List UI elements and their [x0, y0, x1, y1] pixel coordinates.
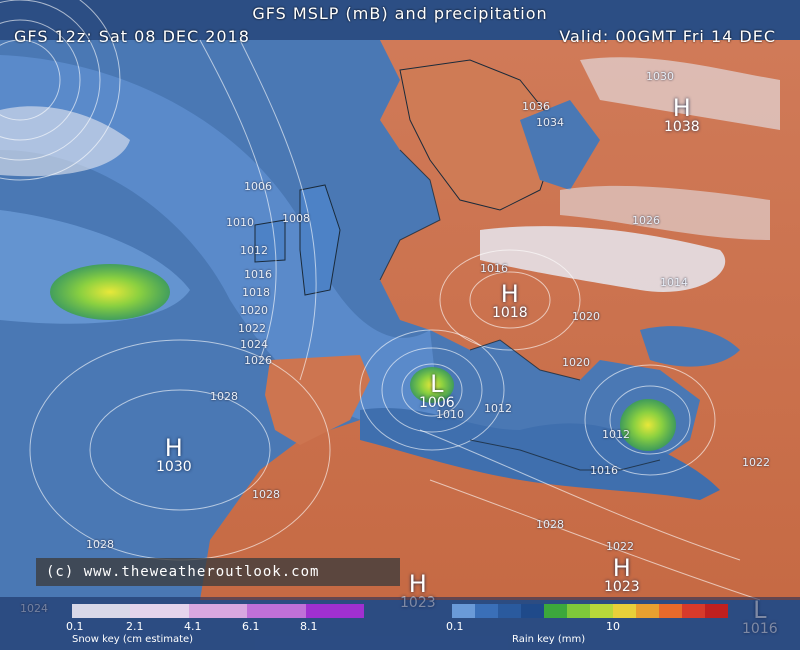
weather-map-view: GFS MSLP (mB) and precipitation GFS 12z:… — [0, 0, 800, 650]
isobar-label: 1026 — [632, 214, 660, 227]
key-swatch — [247, 604, 306, 618]
isobar-label: 1012 — [484, 402, 512, 415]
key-swatch — [72, 604, 131, 618]
snow-tick: 0.1 — [66, 620, 84, 633]
pressure-centre-value: 1030 — [156, 459, 192, 475]
isobar-label: 1006 — [244, 180, 272, 193]
isobar-label: 1022 — [606, 540, 634, 553]
snow-tick: 8.1 — [300, 620, 318, 633]
pressure-centre-letter: H — [500, 280, 519, 308]
isobar-label: 1028 — [536, 518, 564, 531]
key-swatch — [590, 604, 613, 618]
key-swatch — [705, 604, 728, 618]
snow-key-label: Snow key (cm estimate) — [72, 634, 194, 645]
key-swatch — [567, 604, 590, 618]
isobar-label: 1014 — [660, 276, 688, 289]
pressure-centre: L 1006 — [419, 372, 455, 410]
pressure-centre: H 1030 — [156, 436, 192, 474]
key-swatch — [659, 604, 682, 618]
key-swatch — [452, 604, 475, 618]
snow-key-bar — [72, 604, 365, 618]
isobar-label: 1028 — [210, 390, 238, 403]
snow-tick: 2.1 — [126, 620, 144, 633]
pressure-centre-value: 1018 — [492, 305, 528, 321]
isobar-label: 1030 — [646, 70, 674, 83]
isobar-label: 1028 — [86, 538, 114, 551]
isobar-label: 1022 — [238, 322, 266, 335]
pressure-centre: H 1038 — [664, 96, 700, 134]
pressure-centre: H 1023 — [604, 556, 640, 594]
copyright-banner: (c) www.theweatheroutlook.com — [36, 558, 400, 586]
map-title: GFS MSLP (mB) and precipitation — [252, 4, 548, 23]
isobar-label: 1022 — [742, 456, 770, 469]
isobar-label: 1016 — [480, 262, 508, 275]
isobar-label: 1024 — [240, 338, 268, 351]
isobar-label: 1016 — [244, 268, 272, 281]
key-swatch — [475, 604, 498, 618]
key-swatch — [636, 604, 659, 618]
valid-time-label: Valid: 00GMT Fri 14 DEC — [559, 27, 776, 46]
isobar-label: 1036 — [522, 100, 550, 113]
pressure-centre-letter: H — [408, 570, 427, 598]
isobar-label: 1010 — [436, 408, 464, 421]
isobar-label: 1010 — [226, 216, 254, 229]
isobar-label: 1012 — [602, 428, 630, 441]
key-swatch — [498, 604, 521, 618]
isobar-label: 1012 — [240, 244, 268, 257]
snow-tick: 6.1 — [242, 620, 260, 633]
rain-key-bar — [452, 604, 728, 618]
rain-tick: 0.1 — [446, 620, 464, 633]
key-swatch — [544, 604, 567, 618]
snow-tick: 4.1 — [184, 620, 202, 633]
isobar-label: 1008 — [282, 212, 310, 225]
isobar-label: 1026 — [244, 354, 272, 367]
heavy-rain-area — [50, 264, 170, 320]
rain-tick: 10 — [606, 620, 620, 633]
isobar-label: 1028 — [252, 488, 280, 501]
isobar-label: 1020 — [572, 310, 600, 323]
heavy-rain-area — [620, 399, 676, 451]
pressure-centre-letter: H — [672, 94, 691, 122]
isobar-label: 1034 — [536, 116, 564, 129]
pressure-centre-letter: L — [430, 370, 444, 398]
pressure-centre-value: 1023 — [604, 579, 640, 595]
key-swatch — [521, 604, 544, 618]
key-swatch — [613, 604, 636, 618]
isobar-label: 1018 — [242, 286, 270, 299]
key-swatch — [305, 604, 365, 618]
key-swatch — [130, 604, 189, 618]
isobar-label: 1020 — [562, 356, 590, 369]
key-swatch — [188, 604, 248, 618]
pressure-centre-letter: H — [164, 434, 183, 462]
isobar-label: 1016 — [590, 464, 618, 477]
pressure-centre: H 1018 — [492, 282, 528, 320]
pressure-centre-letter: H — [612, 554, 631, 582]
key-swatch — [682, 604, 705, 618]
pressure-centre-value: 1038 — [664, 119, 700, 135]
isobar-label: 1020 — [240, 304, 268, 317]
model-run-label: GFS 12z: Sat 08 DEC 2018 — [14, 27, 250, 46]
rain-key-label: Rain key (mm) — [512, 634, 586, 645]
